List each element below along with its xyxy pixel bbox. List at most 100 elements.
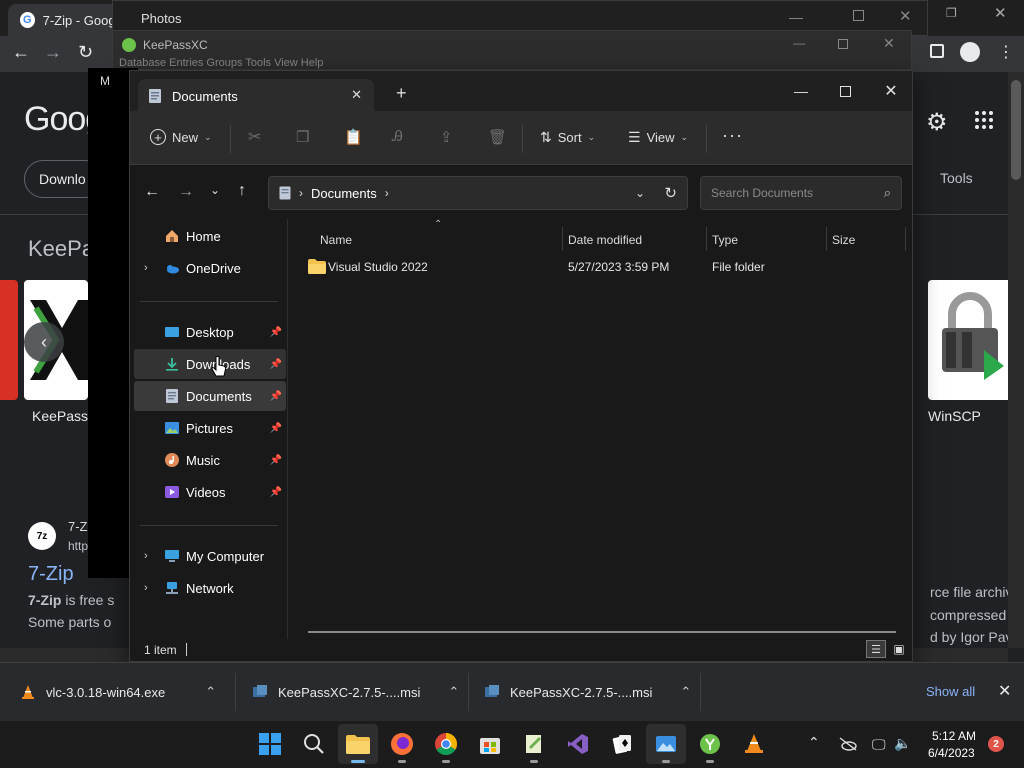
notepadplusplus-icon[interactable]: [514, 724, 554, 764]
column-separator[interactable]: [706, 227, 707, 251]
chevron-up-icon[interactable]: ⌃: [680, 684, 691, 700]
firefox-icon[interactable]: [382, 724, 422, 764]
paste-icon[interactable]: 📋: [344, 128, 363, 146]
sidebar-item-my-computer[interactable]: › My Computer: [134, 541, 286, 571]
volume-icon[interactable]: 🔈: [894, 735, 911, 752]
settings-gear-icon[interactable]: ⚙: [926, 108, 948, 137]
pin-icon[interactable]: 📌: [270, 391, 282, 402]
chrome-sidepanel-icon[interactable]: [930, 44, 944, 58]
clock-time[interactable]: 5:12 AM: [932, 729, 976, 743]
sidebar-item-documents[interactable]: Documents 📌: [134, 381, 286, 411]
file-explorer-window[interactable]: Documents ✕ + — ✕ + New ⌄ ✂ ❐ 📋 Ꭿ ⇪ 🗑 ⇅ …: [129, 70, 913, 662]
vlc-taskbar-icon[interactable]: [734, 724, 774, 764]
new-tab-icon[interactable]: +: [396, 83, 407, 104]
breadcrumb-chevron-icon[interactable]: ›: [385, 186, 389, 200]
chevron-up-icon[interactable]: ⌃: [448, 684, 459, 700]
delete-icon[interactable]: 🗑: [488, 128, 507, 146]
column-separator[interactable]: [562, 227, 563, 251]
chrome-close-icon[interactable]: ✕: [994, 4, 1007, 22]
microsoft-store-icon[interactable]: [470, 724, 510, 764]
chrome-reload-icon[interactable]: ↻: [78, 42, 93, 63]
file-list[interactable]: ⌃ Name Date modified Type Size Visual St…: [290, 219, 912, 639]
expand-chevron-icon[interactable]: ›: [144, 582, 148, 594]
sidebar-item-pictures[interactable]: Pictures 📌: [134, 413, 286, 443]
file-row[interactable]: Visual Studio 2022 5/27/2023 3:59 PM Fil…: [300, 254, 900, 280]
column-separator[interactable]: [826, 227, 827, 251]
explorer-maximize-icon[interactable]: [830, 81, 860, 101]
chrome-scroll-thumb[interactable]: [1011, 80, 1021, 180]
sort-button[interactable]: ⇅ Sort ⌄: [540, 129, 595, 146]
pin-icon[interactable]: 📌: [270, 455, 282, 466]
forward-arrow-icon[interactable]: →: [178, 183, 194, 201]
rename-icon[interactable]: Ꭿ: [392, 128, 403, 145]
details-view-icon[interactable]: ☰: [866, 640, 886, 658]
tab-close-icon[interactable]: ✕: [351, 87, 362, 103]
chrome-forward-icon[interactable]: →: [44, 42, 62, 63]
network-status-icon[interactable]: 🖵: [872, 736, 886, 753]
keepassxc-taskbar-icon[interactable]: [690, 724, 730, 764]
chevron-up-icon[interactable]: ⌃: [205, 684, 216, 700]
download-item[interactable]: KeePassXC-2.7.5-....msi ⌃: [252, 663, 459, 721]
file-explorer-taskbar-icon[interactable]: [338, 724, 378, 764]
new-button[interactable]: + New ⌄: [150, 129, 212, 145]
sidebar-item-music[interactable]: Music 📌: [134, 445, 286, 475]
more-options-icon[interactable]: ···: [722, 125, 743, 146]
breadcrumb-chevron-icon[interactable]: ›: [299, 186, 303, 200]
recent-locations-icon[interactable]: ⌄: [210, 183, 220, 197]
keepassxc-window[interactable]: KeePassXC Database Entries Groups Tools …: [112, 30, 912, 70]
photos-app-icon[interactable]: [646, 724, 686, 764]
winscp-card-label[interactable]: WinSCP: [928, 408, 981, 424]
pin-icon[interactable]: 📌: [270, 487, 282, 498]
search-icon[interactable]: ⌕: [884, 185, 891, 201]
chrome-menu-icon[interactable]: ⋮: [998, 42, 1014, 62]
sidebar-item-network[interactable]: › Network: [134, 573, 286, 603]
file-name[interactable]: Visual Studio 2022: [328, 260, 428, 274]
carousel-prev-icon[interactable]: ‹: [24, 322, 64, 362]
sidebar-item-downloads[interactable]: Downloads 📌: [134, 349, 286, 379]
column-header-name[interactable]: Name: [320, 227, 352, 253]
photos-minimize-icon[interactable]: —: [789, 9, 803, 25]
keepassxc-maximize-icon[interactable]: [838, 39, 848, 49]
pin-icon[interactable]: 📌: [270, 359, 282, 370]
explorer-tab-documents[interactable]: Documents ✕: [138, 79, 374, 113]
download-item[interactable]: KeePassXC-2.7.5-....msi ⌃: [484, 663, 691, 721]
sidebar-item-home[interactable]: Home: [134, 221, 286, 251]
chrome-profile-icon[interactable]: [960, 42, 980, 62]
pin-icon[interactable]: 📌: [270, 327, 282, 338]
explorer-close-icon[interactable]: ✕: [876, 81, 906, 101]
keepassxc-minimize-icon[interactable]: —: [793, 36, 805, 50]
search-box[interactable]: ⌕: [700, 176, 902, 210]
column-header-date[interactable]: Date modified: [568, 227, 642, 253]
chrome-back-icon[interactable]: ←: [12, 42, 30, 63]
photos-maximize-icon[interactable]: [853, 10, 864, 21]
back-arrow-icon[interactable]: ←: [144, 183, 160, 201]
chrome-icon[interactable]: [426, 724, 466, 764]
google-card-partial[interactable]: [0, 280, 18, 400]
visual-studio-icon[interactable]: [558, 724, 598, 764]
tiles-view-icon[interactable]: ▣: [890, 640, 908, 658]
google-apps-icon[interactable]: [974, 110, 994, 130]
keepass-card-label[interactable]: KeePass: [32, 408, 88, 424]
column-header-type[interactable]: Type: [712, 227, 738, 253]
start-windows-icon[interactable]: [250, 724, 290, 764]
onedrive-offline-icon[interactable]: [838, 736, 858, 752]
google-tools-link[interactable]: Tools: [940, 170, 973, 186]
address-bar[interactable]: › Documents › ⌄ ↻: [268, 176, 688, 210]
chrome-minimize-icon[interactable]: ❐: [946, 6, 957, 20]
result-title-link[interactable]: 7-Zip: [28, 563, 74, 586]
column-separator[interactable]: [905, 227, 906, 251]
expand-chevron-icon[interactable]: ›: [144, 550, 148, 562]
sidebar-item-onedrive[interactable]: › OneDrive: [134, 253, 286, 283]
share-icon[interactable]: ⇪: [440, 128, 453, 146]
file-list-scrollbar[interactable]: [308, 631, 896, 633]
show-hidden-icons-chevron-icon[interactable]: ⌃: [808, 734, 820, 751]
pin-icon[interactable]: 📌: [270, 423, 282, 434]
sidebar-item-videos[interactable]: Videos 📌: [134, 477, 286, 507]
keepassxc-close-icon[interactable]: ✕: [883, 35, 895, 52]
notification-badge[interactable]: 2: [988, 736, 1004, 752]
address-dropdown-icon[interactable]: ⌄: [635, 186, 645, 200]
breadcrumb-documents[interactable]: Documents: [311, 186, 377, 201]
clock-date[interactable]: 6/4/2023: [928, 746, 975, 760]
up-arrow-icon[interactable]: ↑: [238, 182, 246, 200]
show-all-link[interactable]: Show all: [926, 684, 975, 699]
